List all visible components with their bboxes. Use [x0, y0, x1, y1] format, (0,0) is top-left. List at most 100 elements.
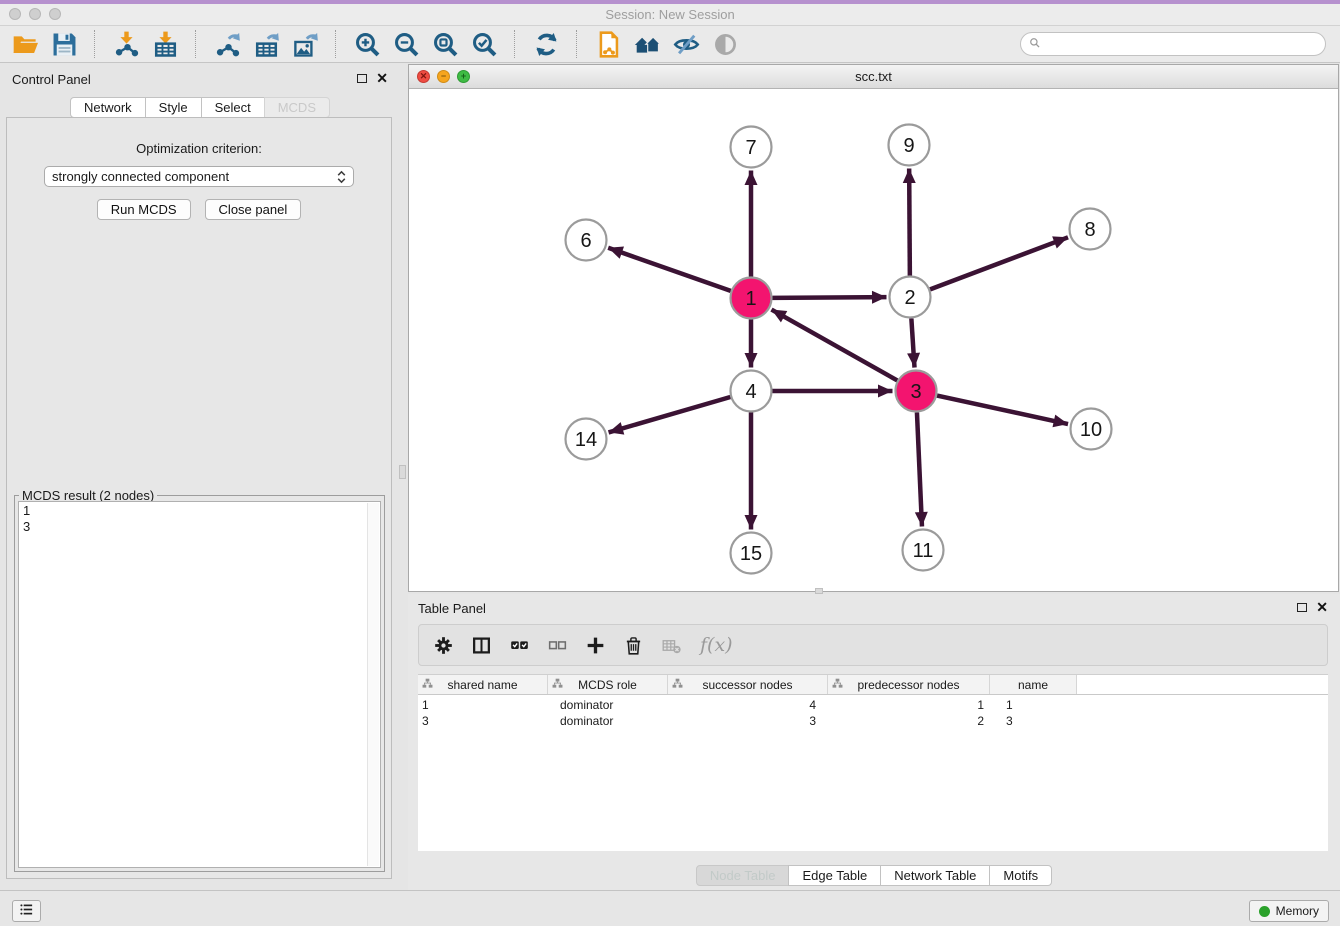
close-panel-button[interactable]: Close panel	[205, 199, 302, 220]
vertical-splitter-handle[interactable]	[399, 465, 406, 479]
column-label: shared name	[447, 678, 517, 692]
search-box[interactable]	[1020, 32, 1326, 56]
import-table-icon[interactable]	[150, 29, 180, 59]
close-panel-icon[interactable]: ✕	[376, 72, 388, 84]
graph-edge-2-8[interactable]	[930, 237, 1068, 289]
refresh-icon[interactable]	[531, 29, 561, 59]
graph-edge-2-9[interactable]	[909, 168, 910, 275]
table-cell[interactable]: 3	[668, 713, 828, 729]
svg-text:15: 15	[740, 543, 762, 565]
graph-node-14[interactable]: 14	[566, 419, 607, 460]
svg-text:3: 3	[910, 381, 921, 403]
zoom-selected-icon[interactable]	[469, 29, 499, 59]
trash-icon[interactable]	[624, 636, 643, 655]
tab-mcds[interactable]: MCDS	[264, 97, 330, 118]
column-header-successor-nodes[interactable]: successor nodes	[668, 675, 828, 694]
column-header-shared-name[interactable]: shared name	[418, 675, 548, 694]
mcds-result-textarea[interactable]: 13	[18, 501, 381, 868]
table-cell[interactable]: dominator	[548, 713, 668, 729]
graph-node-4[interactable]: 4	[731, 371, 772, 412]
float-table-panel-icon[interactable]	[1297, 603, 1307, 612]
svg-text:1: 1	[745, 288, 756, 310]
graph-edge-1-2[interactable]	[772, 297, 886, 298]
table-cell[interactable]: 1	[990, 697, 1077, 713]
graph-node-3[interactable]: 3	[896, 371, 937, 412]
search-input[interactable]	[1046, 36, 1317, 52]
graph-node-8[interactable]: 8	[1070, 209, 1111, 250]
graph-edge-3-1[interactable]	[771, 310, 897, 381]
memory-status-icon	[1259, 906, 1270, 917]
memory-button[interactable]: Memory	[1249, 900, 1329, 922]
import-network-icon[interactable]	[111, 29, 141, 59]
tab-network[interactable]: Network	[70, 97, 146, 118]
graph-edge-3-11[interactable]	[917, 412, 922, 526]
export-table-icon[interactable]	[251, 29, 281, 59]
graph-edge-4-14[interactable]	[609, 397, 731, 432]
mcds-buttons-row: Run MCDS Close panel	[7, 199, 391, 220]
close-table-panel-icon[interactable]: ✕	[1316, 601, 1328, 613]
table-cell[interactable]: 3	[418, 713, 548, 729]
tab-network-table[interactable]: Network Table	[880, 865, 990, 886]
network-view-window: ✕ − + scc.txt 7968124314101511	[408, 64, 1339, 592]
column-header-name[interactable]: name	[990, 675, 1077, 694]
tab-node-table[interactable]: Node Table	[696, 865, 790, 886]
deselect-all-icon[interactable]	[548, 636, 567, 655]
svg-text:11: 11	[913, 540, 934, 562]
export-image-icon[interactable]	[290, 29, 320, 59]
add-column-icon[interactable]	[586, 636, 605, 655]
task-history-button[interactable]	[12, 900, 41, 922]
column-label: predecessor nodes	[857, 678, 959, 692]
tab-motifs[interactable]: Motifs	[989, 865, 1052, 886]
node-table: shared name MCDS rolesuccessor nodes prede…	[418, 674, 1328, 851]
table-cell[interactable]: 4	[668, 697, 828, 713]
table-cell[interactable]: dominator	[548, 697, 668, 713]
network-canvas[interactable]: 7 9 6 8 1 2 4 3 14 10 15 11	[409, 89, 1338, 591]
graph-node-11[interactable]: 11	[903, 530, 944, 571]
graph-edge-2-3[interactable]	[911, 318, 914, 367]
fx-icon: f(x)	[700, 634, 733, 656]
split-columns-icon[interactable]	[472, 636, 491, 655]
graph-node-2[interactable]: 2	[890, 277, 931, 318]
column-header-MCDS-role[interactable]: MCDS role	[548, 675, 668, 694]
save-icon[interactable]	[49, 29, 79, 59]
graph-node-10[interactable]: 10	[1071, 409, 1112, 450]
zoom-in-icon[interactable]	[352, 29, 382, 59]
table-cell[interactable]: 1	[828, 697, 990, 713]
graph-node-6[interactable]: 6	[566, 220, 607, 261]
float-panel-icon[interactable]	[357, 74, 367, 83]
column-header-predecessor-nodes[interactable]: predecessor nodes	[828, 675, 990, 694]
toolbar-separator	[195, 30, 197, 58]
table-cell[interactable]: 1	[418, 697, 548, 713]
table-row[interactable]: 1dominator411	[418, 697, 1328, 713]
open-folder-icon[interactable]	[10, 29, 40, 59]
zoom-fit-icon[interactable]	[430, 29, 460, 59]
graph-node-9[interactable]: 9	[889, 125, 930, 166]
table-panel-tabs: Node TableEdge TableNetwork TableMotifs	[408, 865, 1340, 886]
graph-edge-3-10[interactable]	[937, 396, 1068, 424]
list-icon	[19, 902, 34, 920]
graph-node-1[interactable]: 1	[731, 278, 772, 319]
control-panel-title: Control Panel	[12, 72, 91, 87]
select-all-icon[interactable]	[510, 636, 529, 655]
window-title: Session: New Session	[0, 7, 1340, 22]
export-network-icon[interactable]	[212, 29, 242, 59]
table-cell[interactable]: 2	[828, 713, 990, 729]
dropdown-stepper-icon	[337, 169, 346, 185]
main-toolbar-icons	[10, 29, 740, 59]
table-cell[interactable]: 3	[990, 713, 1077, 729]
hide-eye-icon[interactable]	[671, 29, 701, 59]
tab-edge-table[interactable]: Edge Table	[788, 865, 881, 886]
double-home-icon[interactable]	[632, 29, 662, 59]
svg-text:2: 2	[904, 287, 915, 309]
gear-icon[interactable]	[434, 636, 453, 655]
zoom-out-icon[interactable]	[391, 29, 421, 59]
run-mcds-button[interactable]: Run MCDS	[97, 199, 191, 220]
document-network-icon[interactable]	[593, 29, 623, 59]
optimization-criterion-select[interactable]: strongly connected component	[44, 166, 354, 187]
graph-node-15[interactable]: 15	[731, 533, 772, 574]
tab-style[interactable]: Style	[145, 97, 202, 118]
tab-select[interactable]: Select	[201, 97, 265, 118]
graph-node-7[interactable]: 7	[731, 127, 772, 168]
table-row[interactable]: 3dominator323	[418, 713, 1328, 729]
graph-edge-1-6[interactable]	[608, 248, 731, 291]
